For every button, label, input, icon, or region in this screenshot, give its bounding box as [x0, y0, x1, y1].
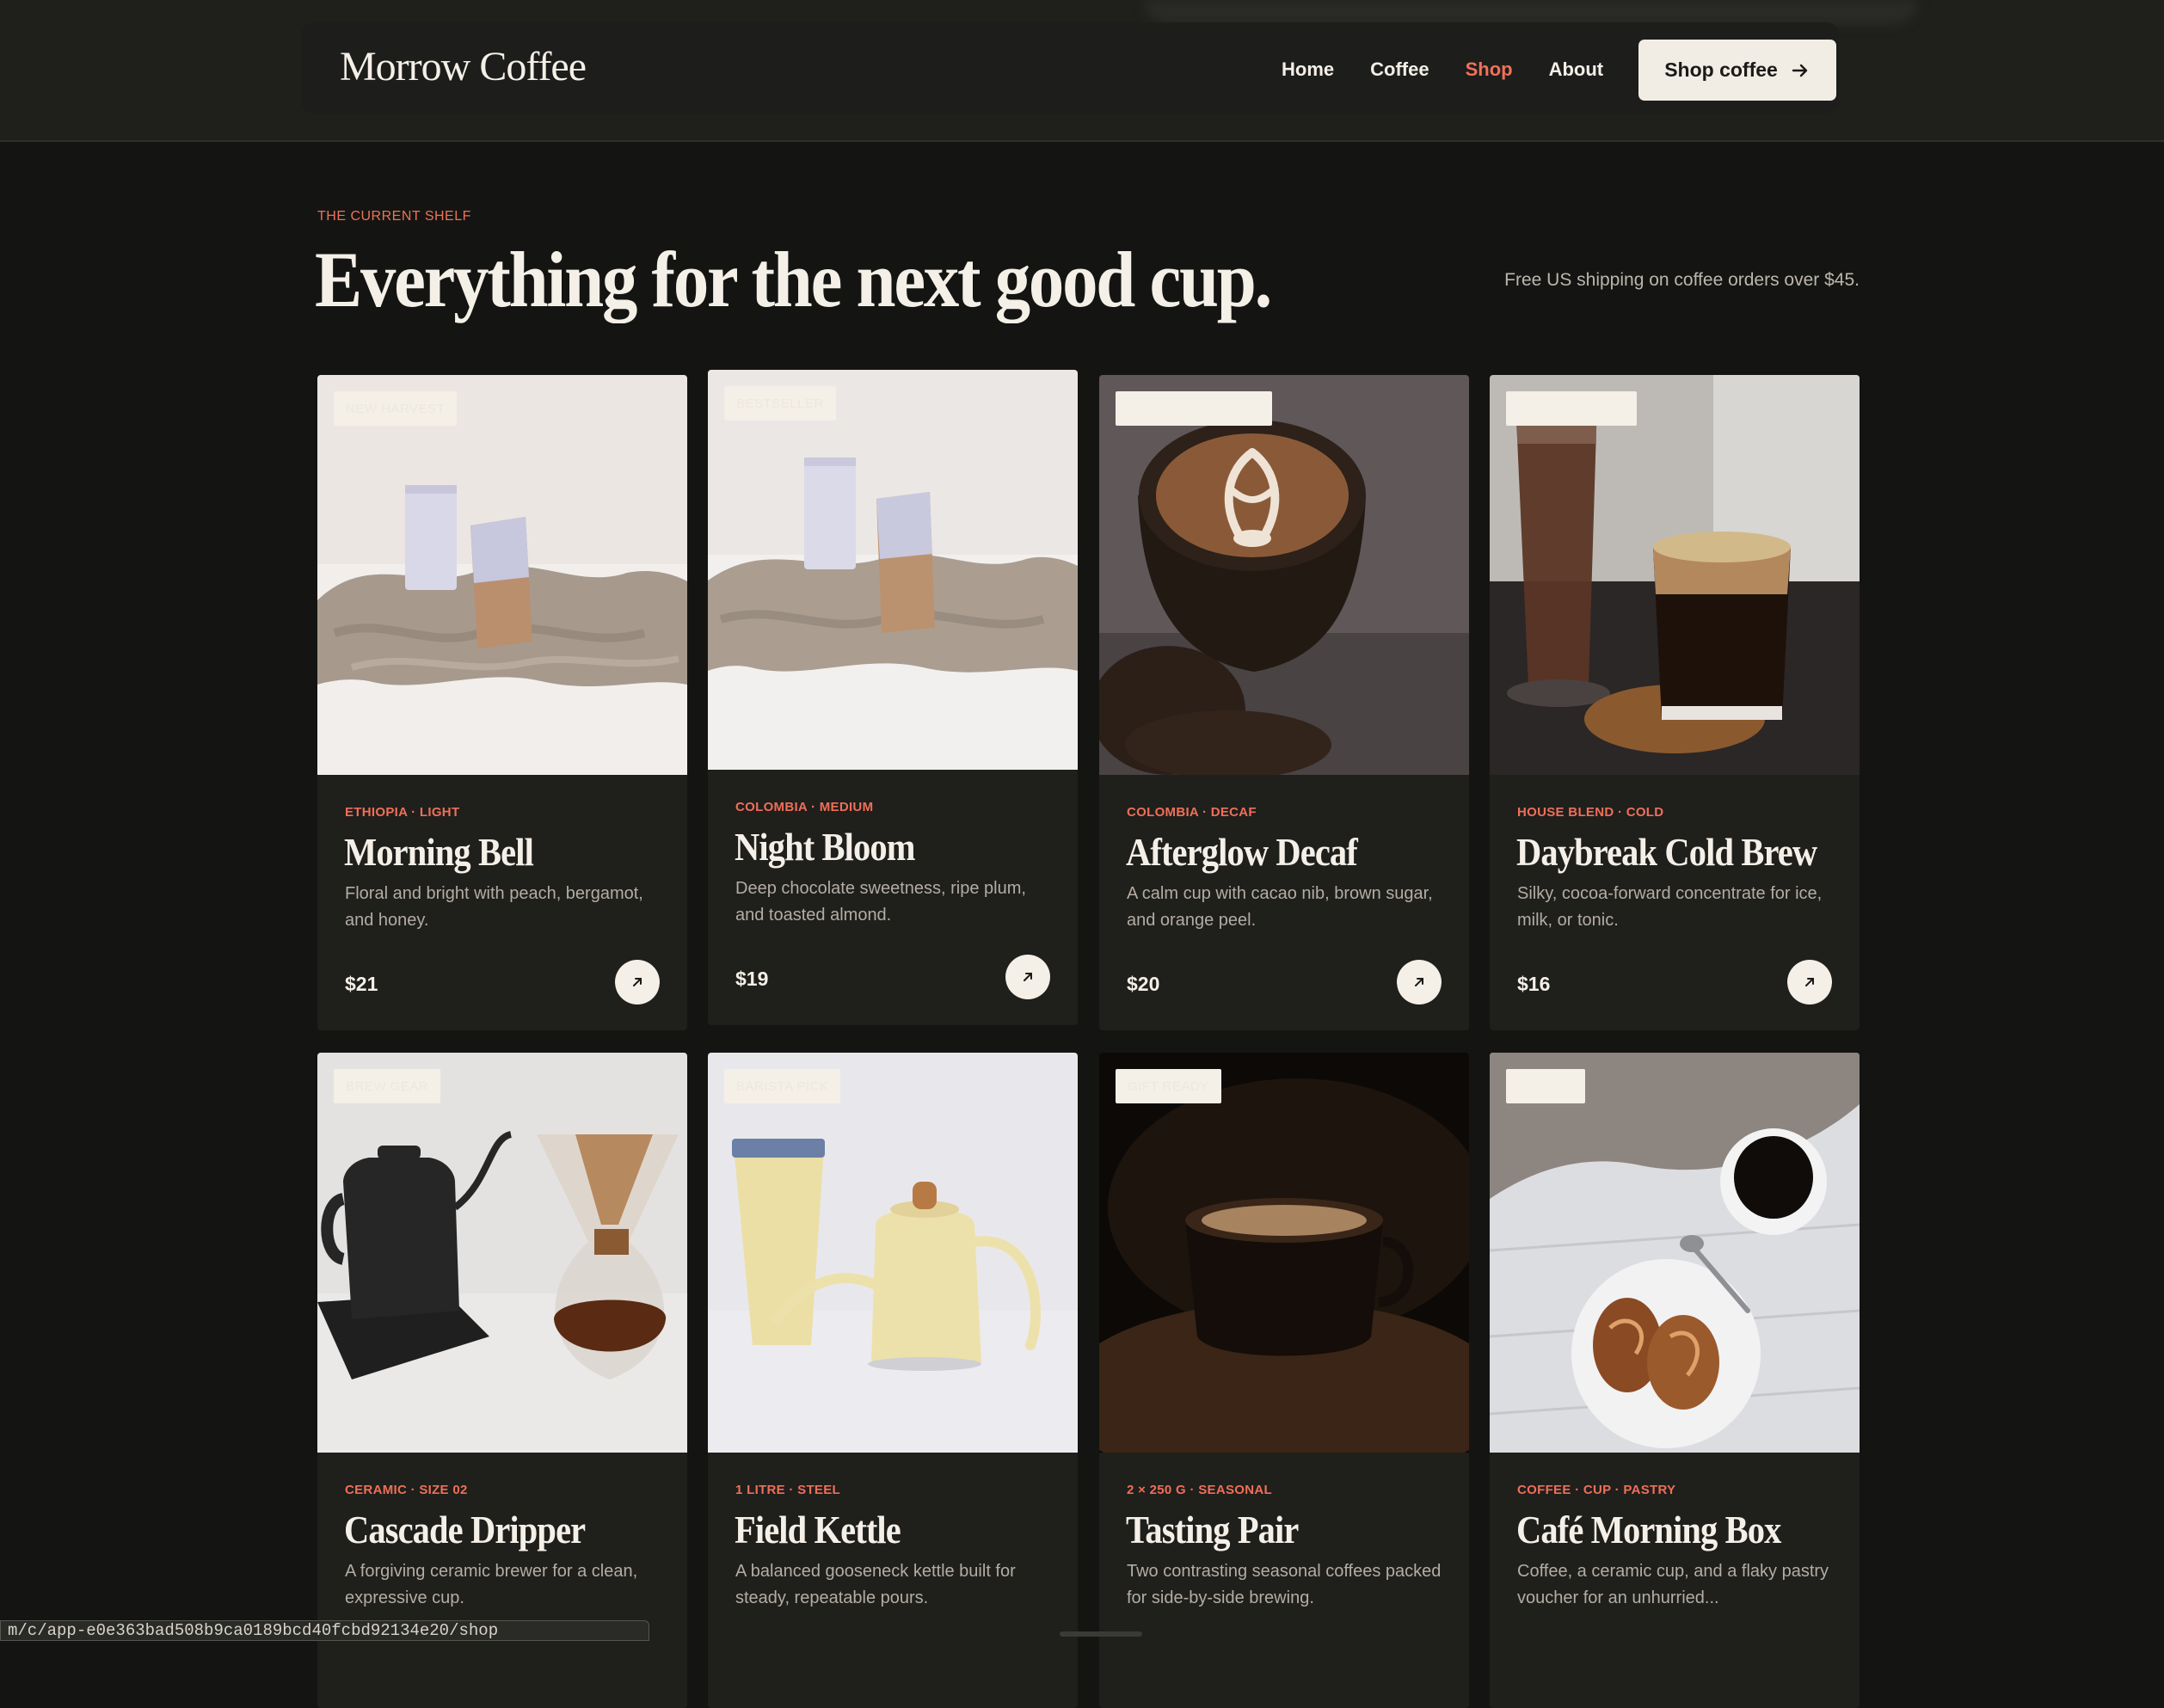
- nav-link-about[interactable]: About: [1549, 58, 1604, 81]
- nav-link-home[interactable]: Home: [1282, 58, 1334, 81]
- header-glow: [1144, 0, 1918, 24]
- product-card-night-bloom[interactable]: BESTSELLER COLOMBIA · MEDIUM Night Bloom…: [708, 370, 1078, 1025]
- shop-coffee-label: Shop coffee: [1664, 58, 1778, 81]
- product-meta: CERAMIC · SIZE 02: [345, 1483, 468, 1497]
- product-card-daybreak-cold-brew[interactable]: HOUSE BLEND · COLD Daybreak Cold Brew Si…: [1490, 375, 1860, 1030]
- product-description: Deep chocolate sweetness, ripe plum, and…: [735, 879, 1026, 925]
- product-description: A balanced gooseneck kettle built for st…: [735, 1562, 1016, 1607]
- product-description: Two contrasting seasonal coffees packed …: [1127, 1562, 1442, 1607]
- product-description: Coffee, a ceramic cup, and a flaky pastr…: [1517, 1562, 1829, 1607]
- brand-logo[interactable]: Morrow Coffee: [340, 43, 587, 90]
- product-price: $21: [345, 973, 378, 995]
- view-product-button[interactable]: [1005, 955, 1050, 999]
- product-meta: COLOMBIA · MEDIUM: [735, 800, 874, 814]
- arrow-up-right-icon: [633, 978, 642, 986]
- product-meta: 1 LITRE · STEEL: [735, 1483, 841, 1497]
- nav-link-shop[interactable]: Shop: [1466, 58, 1513, 81]
- product-price: $20: [1127, 973, 1160, 995]
- product-badge: [1506, 1069, 1585, 1103]
- product-image-cream-kettle: [708, 1053, 1078, 1453]
- view-product-button[interactable]: [1397, 960, 1442, 1005]
- view-product-button[interactable]: [615, 960, 660, 1005]
- product-description: A calm cup with cacao nib, brown sugar, …: [1127, 884, 1433, 930]
- arrow-right-icon: [1792, 64, 1808, 77]
- product-description: Floral and bright with peach, bergamot, …: [345, 884, 643, 930]
- nav-link-coffee[interactable]: Coffee: [1370, 58, 1429, 81]
- product-price: $19: [735, 968, 769, 990]
- product-meta: HOUSE BLEND · COLD: [1517, 805, 1664, 820]
- product-image-dark-cup-on-beans: [1099, 1053, 1469, 1453]
- product-badge: NEW HARVEST: [334, 391, 458, 426]
- product-badge: BESTSELLER: [724, 386, 836, 421]
- shop-coffee-button[interactable]: Shop coffee: [1638, 40, 1836, 101]
- product-badge: [1506, 391, 1637, 426]
- product-meta: COFFEE · CUP · PASTRY: [1517, 1483, 1676, 1497]
- page-title: Everything for the next good cup.: [315, 236, 1272, 323]
- section-eyebrow: THE CURRENT SHELF: [317, 209, 471, 224]
- scroll-indicator[interactable]: [1060, 1631, 1142, 1637]
- product-card-tasting-pair[interactable]: GIFT READY 2 × 250 G · SEASONAL Tasting …: [1099, 1053, 1469, 1708]
- product-description: Silky, cocoa-forward concentrate for ice…: [1517, 884, 1823, 930]
- main-nav: Home Coffee Shop About: [1282, 58, 1639, 81]
- arrow-up-right-icon: [1024, 973, 1032, 981]
- site-header: Morrow Coffee Home Coffee Shop About Sho…: [0, 0, 2164, 142]
- product-card-cascade-dripper[interactable]: BREW GEAR CERAMIC · SIZE 02 Cascade Drip…: [317, 1053, 687, 1708]
- product-meta: ETHIOPIA · LIGHT: [345, 805, 460, 820]
- product-badge: BARISTA PICK: [724, 1069, 841, 1103]
- product-image-coffee-bags: [317, 375, 687, 775]
- status-bar-url: m/c/app-e0e363bad508b9ca0189bcd40fcbd921…: [0, 1620, 649, 1641]
- product-meta: COLOMBIA · DECAF: [1127, 805, 1257, 820]
- product-image-latte-art: [1099, 375, 1469, 775]
- product-price: $16: [1517, 973, 1551, 995]
- product-image-coffee-and-pastry: [1490, 1053, 1860, 1453]
- product-badge: BREW GEAR: [334, 1069, 441, 1103]
- product-image-iced-coffee: [1490, 375, 1860, 775]
- product-card-morning-bell[interactable]: NEW HARVEST ETHIOPIA · LIGHT Morning Bel…: [317, 375, 687, 1030]
- product-image-coffee-bags: [708, 370, 1078, 770]
- product-description: A forgiving ceramic brewer for a clean, …: [345, 1562, 638, 1607]
- arrow-up-right-icon: [1415, 978, 1423, 986]
- arrow-up-right-icon: [1805, 978, 1814, 986]
- product-badge: GIFT READY: [1116, 1069, 1221, 1103]
- shipping-note: Free US shipping on coffee orders over $…: [1504, 270, 1860, 290]
- product-image-kettle-and-chemex: [317, 1053, 687, 1453]
- product-card-afterglow-decaf[interactable]: COLOMBIA · DECAF Afterglow Decaf A calm …: [1099, 375, 1469, 1030]
- product-meta: 2 × 250 G · SEASONAL: [1127, 1483, 1272, 1497]
- view-product-button[interactable]: [1787, 960, 1832, 1005]
- product-badge: [1116, 391, 1272, 426]
- product-card-cafe-morning-box[interactable]: COFFEE · CUP · PASTRY Café Morning Box C…: [1490, 1053, 1860, 1708]
- product-card-field-kettle[interactable]: BARISTA PICK 1 LITRE · STEEL Field Kettl…: [708, 1053, 1078, 1708]
